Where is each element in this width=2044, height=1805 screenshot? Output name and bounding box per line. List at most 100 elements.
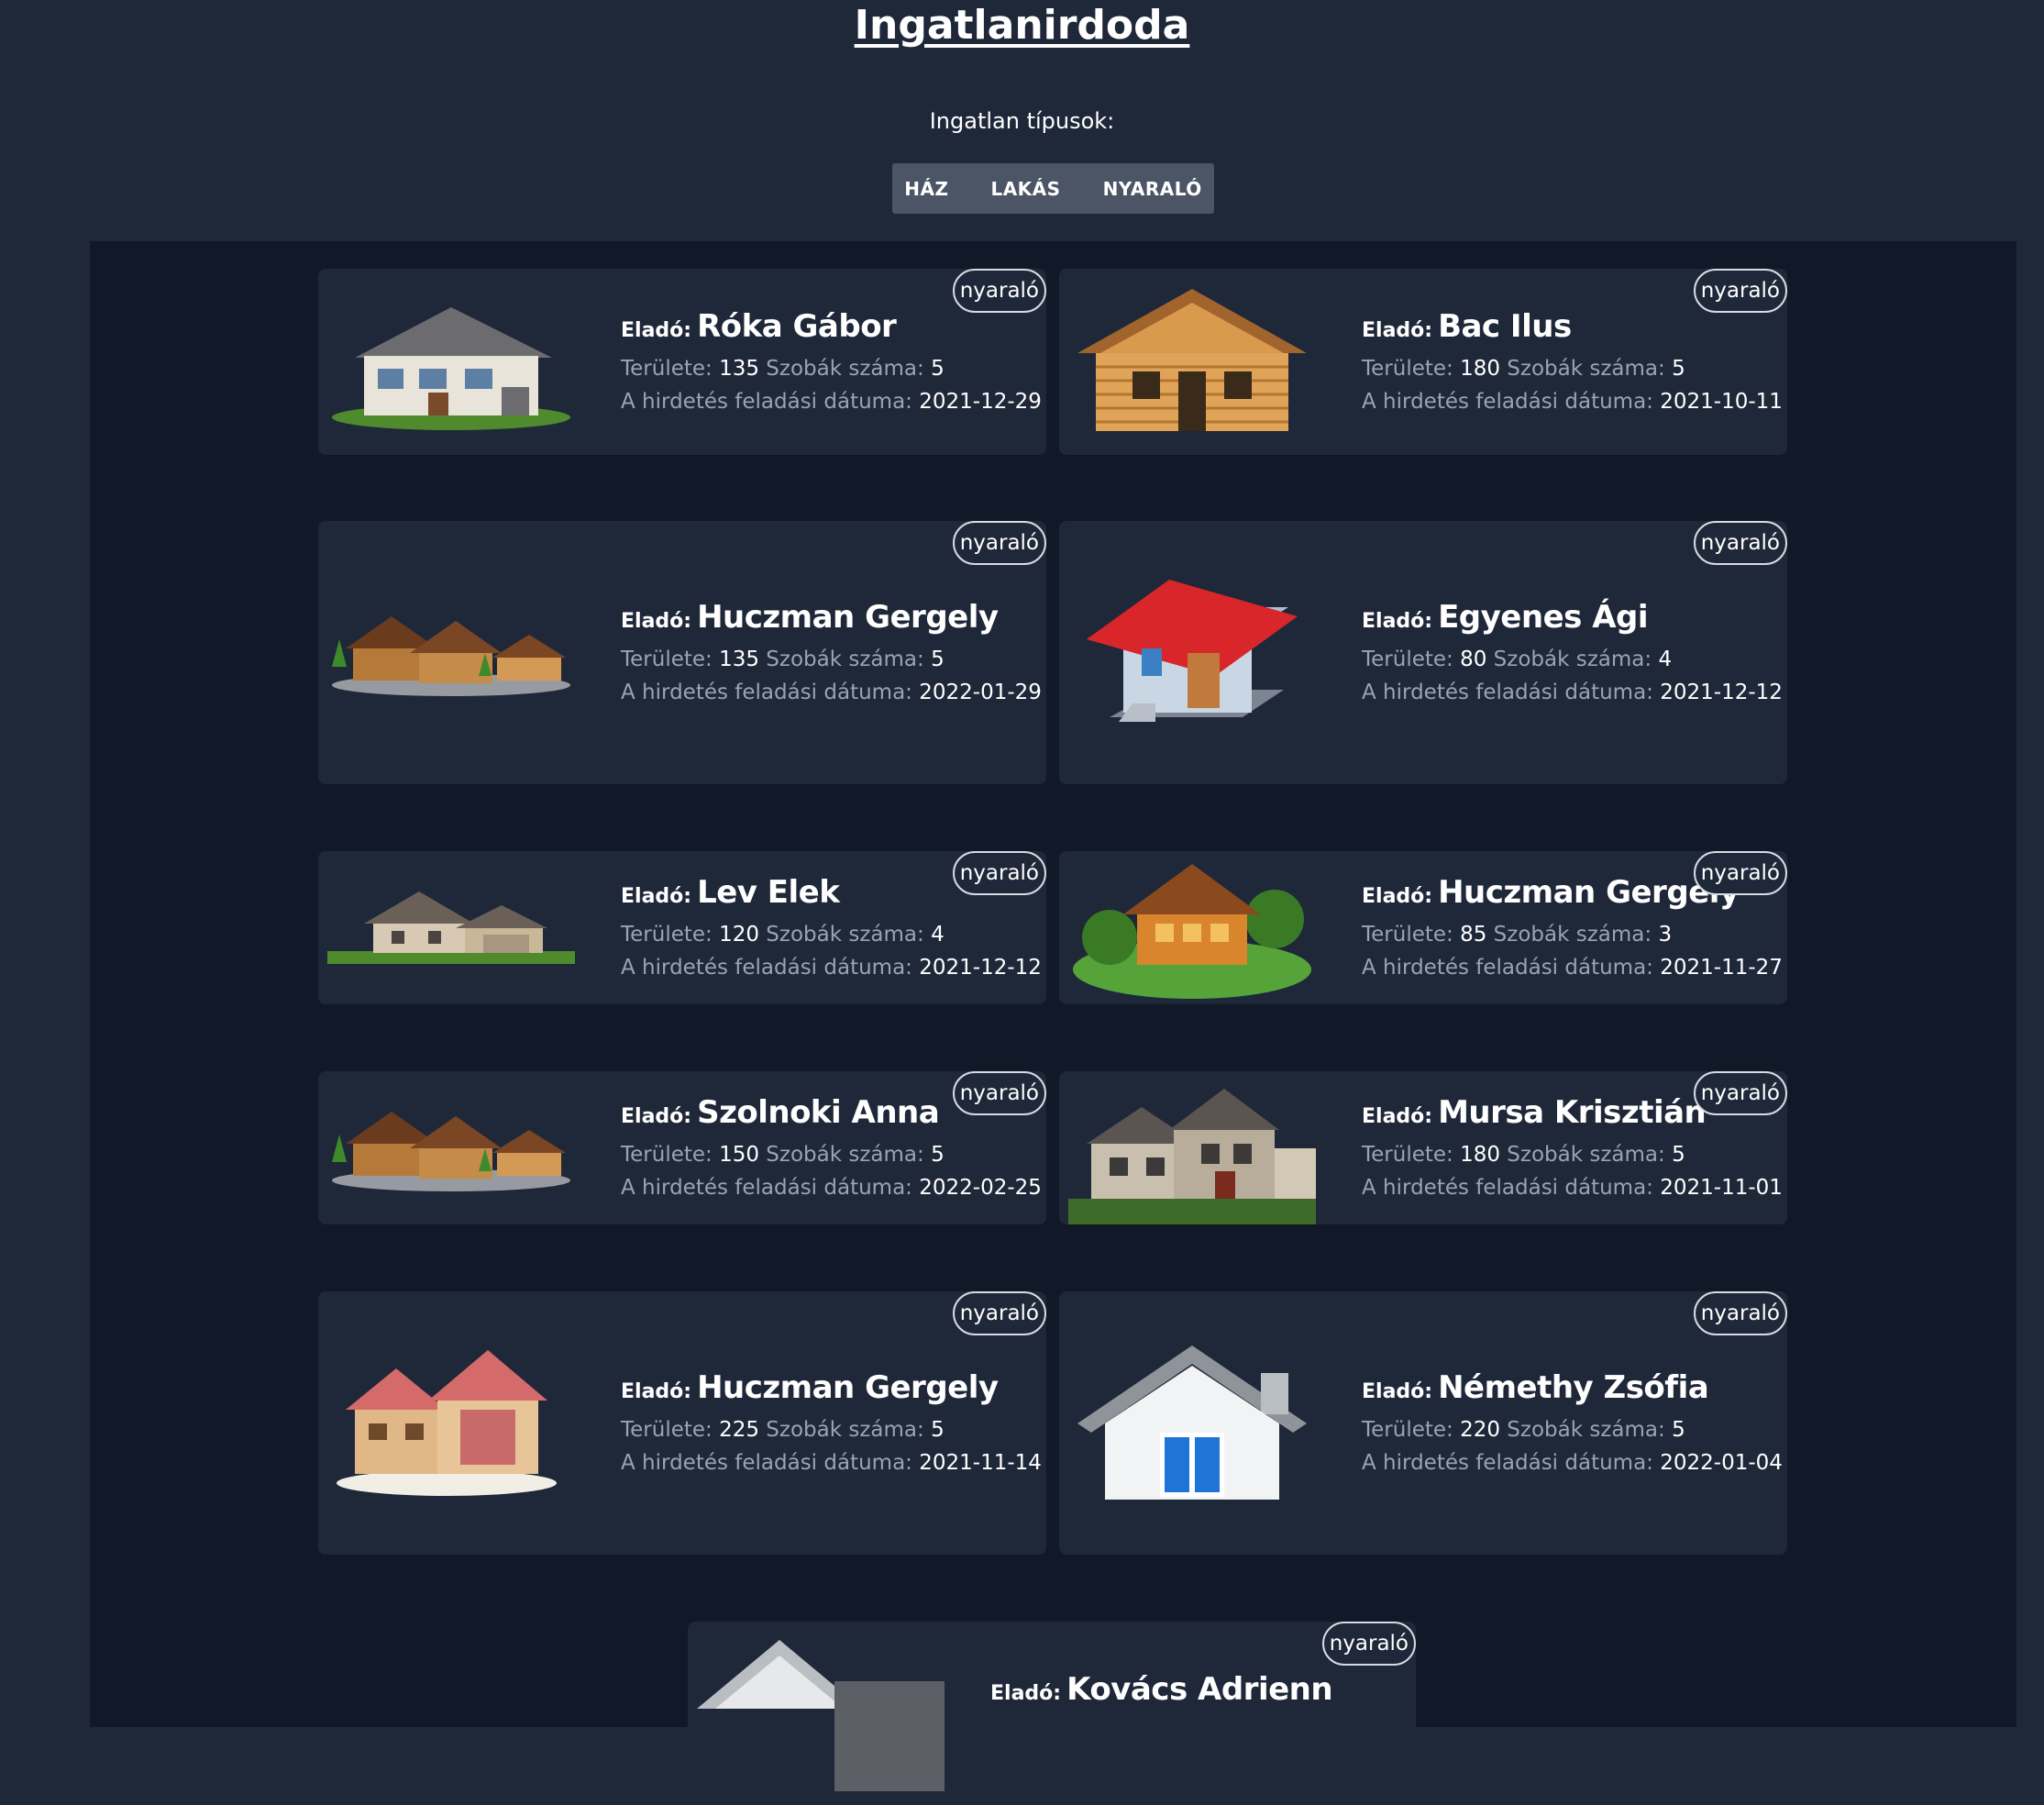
cottage-on-grass-icon (1059, 851, 1325, 1004)
property-type-filter: HÁZ LAKÁS NYARALÓ (892, 163, 1214, 214)
page-title: Ingatlanirdoda (854, 2, 1190, 49)
area-rooms-row: Területe: 180 Szobák száma: 5 (1362, 1138, 1778, 1171)
area-value: 220 (1460, 1417, 1500, 1442)
seller-row: Eladó: Kovács Adrienn (990, 1669, 1407, 1715)
date-row: A hirdetés feladási dátuma: 2022-01-04 (1362, 1446, 1783, 1479)
wooden-houses-icon (318, 1071, 584, 1224)
area-label: Területe: (1362, 1417, 1461, 1442)
property-card[interactable]: Eladó: Szolnoki Anna Területe: 150 Szobák … (318, 1071, 1046, 1224)
area-rooms-row: Területe: 180 Szobák száma: 5 (1362, 352, 1778, 385)
area-value: 225 (719, 1417, 759, 1442)
seller-name: Lev Elek (697, 873, 840, 911)
date-value: 2022-01-04 (1660, 1450, 1783, 1475)
seller-name: Mursa Krisztián (1438, 1093, 1707, 1131)
seller-name: Huczman Gergely (697, 598, 999, 636)
seller-row: Eladó: Egyenes Ági (1362, 597, 1778, 643)
property-card[interactable]: Eladó: Mursa Krisztián Területe: 180 Szobá… (1059, 1071, 1787, 1224)
seller-label: Eladó: (990, 1682, 1062, 1705)
area-value: 135 (719, 356, 759, 381)
seller-name: Egyenes Ági (1438, 598, 1649, 636)
property-type-badge: nyaraló (1693, 1071, 1787, 1115)
area-label: Területe: (621, 1417, 720, 1442)
date-value: 2022-02-25 (919, 1175, 1042, 1200)
filter-button-lakas[interactable]: LAKÁS (969, 163, 1081, 214)
date-row: A hirdetés feladási dátuma: 2021-10-11 (1362, 385, 1783, 418)
rooms-label: Szobák száma: (1500, 356, 1673, 381)
rooms-label: Szobák száma: (759, 647, 932, 671)
property-type-badge: nyaraló (952, 521, 1046, 565)
seller-label: Eladó: (1362, 1104, 1433, 1128)
rooms-label: Szobák száma: (1500, 1142, 1673, 1167)
date-row: A hirdetés feladási dátuma: 2021-12-12 (1362, 676, 1783, 709)
date-row: A hirdetés feladási dátuma: 2021-12-12 (621, 951, 1042, 984)
area-rooms-row: Területe: 120 Szobák száma: 4 (621, 918, 1037, 951)
date-value: 2021-10-11 (1660, 389, 1783, 414)
area-rooms-row: Területe: 135 Szobák száma: 5 (621, 643, 1037, 676)
rooms-value: 5 (1672, 1417, 1685, 1442)
property-type-badge: nyaraló (1693, 851, 1787, 895)
filter-button-haz[interactable]: HÁZ (883, 163, 969, 214)
property-card[interactable]: Eladó: Huczman Gergely Területe: 85 Szobák… (1059, 851, 1787, 1004)
date-value: 2021-12-29 (919, 389, 1042, 414)
date-label: A hirdetés feladási dátuma: (621, 955, 920, 980)
seller-row: Eladó: Huczman Gergely (621, 1368, 1037, 1413)
area-rooms-row: Területe: 80 Szobák száma: 4 (1362, 643, 1778, 676)
date-value: 2021-12-12 (919, 955, 1042, 980)
date-value: 2022-01-29 (919, 680, 1042, 704)
rooms-label: Szobák száma: (1500, 1417, 1673, 1442)
seller-row: Eladó: Bac Ilus (1362, 306, 1778, 352)
area-value: 135 (719, 647, 759, 671)
property-type-badge: nyaraló (1321, 1622, 1416, 1666)
rooms-label: Szobák száma: (1486, 647, 1659, 671)
seller-label: Eladó: (1362, 1379, 1433, 1403)
rooms-value: 4 (1658, 647, 1673, 671)
property-card[interactable]: Eladó: Némethy Zsófia Területe: 220 Szobák… (1059, 1291, 1787, 1555)
filter-button-nyaralo[interactable]: NYARALÓ (1082, 163, 1223, 214)
seller-label: Eladó: (621, 609, 692, 633)
red-roof-house-icon (1059, 521, 1325, 784)
date-label: A hirdetés feladási dátuma: (621, 389, 920, 414)
property-type-badge: nyaraló (952, 269, 1046, 313)
seller-name: Némethy Zsófia (1438, 1368, 1709, 1406)
seller-name: Kovács Adrienn (1066, 1671, 1333, 1708)
property-card[interactable]: Eladó: Bac Ilus Területe: 180 Szobák száma… (1059, 269, 1787, 455)
property-card[interactable]: Eladó: Huczman Gergely Területe: 135 Szobá… (318, 521, 1046, 784)
property-type-badge: nyaraló (1693, 269, 1787, 313)
stone-house-icon (1059, 1071, 1325, 1224)
area-value: 120 (719, 922, 759, 947)
rooms-label: Szobák száma: (759, 356, 932, 381)
area-label: Területe: (1362, 922, 1461, 947)
property-card[interactable]: Eladó: Lev Elek Területe: 120 Szobák száma… (318, 851, 1046, 1004)
property-card[interactable]: Eladó: Róka Gábor Területe: 135 Szobák szá… (318, 269, 1046, 455)
area-value: 85 (1460, 922, 1487, 947)
date-label: A hirdetés feladási dátuma: (1362, 955, 1661, 980)
area-rooms-row: Területe: 225 Szobák száma: 5 (621, 1413, 1037, 1446)
property-type-badge: nyaraló (1693, 521, 1787, 565)
rooms-value: 5 (1672, 356, 1685, 381)
property-type-badge: nyaraló (1693, 1291, 1787, 1335)
grey-house-icon (688, 1622, 954, 1805)
rooms-value: 5 (931, 356, 945, 381)
property-types-label: Ingatlan típusok: (929, 108, 1115, 134)
rooms-label: Szobák száma: (759, 1417, 932, 1442)
seller-label: Eladó: (1362, 609, 1433, 633)
date-value: 2021-11-27 (1660, 955, 1783, 980)
date-label: A hirdetés feladási dátuma: (1362, 680, 1661, 704)
date-label: A hirdetés feladási dátuma: (1362, 389, 1661, 414)
date-value: 2021-11-14 (919, 1450, 1042, 1475)
seller-label: Eladó: (621, 884, 692, 908)
date-row: A hirdetés feladási dátuma: 2022-01-29 (621, 676, 1042, 709)
property-type-badge: nyaraló (952, 1291, 1046, 1335)
property-type-badge: nyaraló (952, 851, 1046, 895)
property-card[interactable]: Eladó: Egyenes Ági Területe: 80 Szobák szá… (1059, 521, 1787, 784)
property-card[interactable]: Eladó: Kovács Adrienn nyaraló (688, 1622, 1416, 1805)
seller-row: Eladó: Huczman Gergely (621, 597, 1037, 643)
area-label: Területe: (621, 922, 720, 947)
rooms-value: 3 (1658, 922, 1673, 947)
seller-label: Eladó: (1362, 318, 1433, 342)
rooms-value: 5 (1672, 1142, 1685, 1167)
date-label: A hirdetés feladási dátuma: (621, 680, 920, 704)
property-card[interactable]: Eladó: Huczman Gergely Területe: 225 Szobá… (318, 1291, 1046, 1555)
seller-row: Eladó: Róka Gábor (621, 306, 1037, 352)
area-label: Területe: (621, 647, 720, 671)
